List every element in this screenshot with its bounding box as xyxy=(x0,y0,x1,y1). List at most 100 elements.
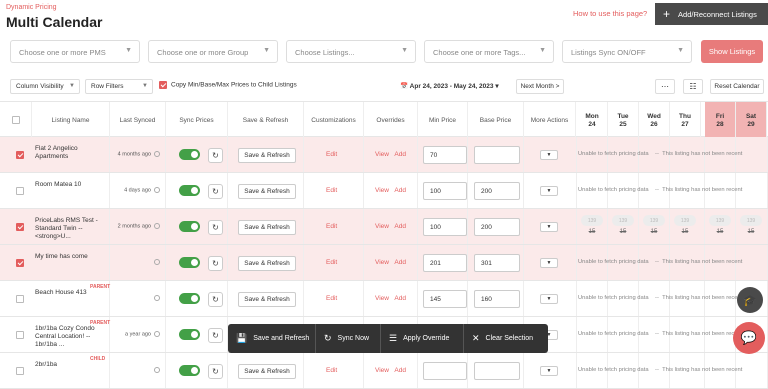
more-actions-dropdown[interactable]: ▼ xyxy=(540,150,558,160)
more-actions-dropdown[interactable]: ▼ xyxy=(540,258,558,268)
customizations-edit-link[interactable]: Edit xyxy=(326,187,337,194)
row-checkbox[interactable] xyxy=(16,151,24,159)
tree-view-icon[interactable]: ☷ xyxy=(683,79,703,94)
date-range[interactable]: 📅 Apr 24, 2023 - May 24, 2023 ▾ xyxy=(400,82,499,90)
save-refresh-button[interactable]: Save & Refresh xyxy=(238,292,296,307)
customizations-edit-link[interactable]: Edit xyxy=(326,295,337,302)
sync-prices-toggle[interactable] xyxy=(179,329,200,340)
listing-name[interactable]: PriceLabs RMS Test - Standard Twin -- <s… xyxy=(35,217,105,241)
overrides-view-link[interactable]: View xyxy=(375,259,389,266)
listing-name[interactable]: My time has come xyxy=(35,253,105,261)
sync-prices-toggle[interactable] xyxy=(179,365,200,376)
refresh-icon[interactable]: ↻ xyxy=(208,220,223,235)
base-price-input[interactable]: 301 xyxy=(474,254,520,272)
base-price-input[interactable]: 200 xyxy=(474,182,520,200)
price-pill[interactable]: 139 xyxy=(740,215,762,226)
customizations-edit-link[interactable]: Edit xyxy=(326,367,337,374)
row-checkbox[interactable] xyxy=(16,367,24,375)
chat-icon[interactable]: 💬 xyxy=(733,322,765,354)
save-refresh-button[interactable]: Save & Refresh xyxy=(238,256,296,271)
sync-prices-toggle[interactable] xyxy=(179,221,200,232)
customizations-edit-link[interactable]: Edit xyxy=(326,151,337,158)
row-checkbox[interactable] xyxy=(16,295,24,303)
price-pill[interactable]: 139 xyxy=(643,215,665,226)
tags-select[interactable]: Choose one or more Tags... ▼ xyxy=(424,40,554,63)
price-pill[interactable]: 139 xyxy=(612,215,634,226)
header-last-synced[interactable]: Last Synced xyxy=(110,102,166,138)
save-refresh-button[interactable]: Save & Refresh xyxy=(238,364,296,379)
row-checkbox[interactable] xyxy=(16,259,24,267)
price-pill[interactable]: 139 xyxy=(581,215,603,226)
customizations-edit-link[interactable]: Edit xyxy=(326,223,337,230)
header-min-price[interactable]: Min Price xyxy=(418,102,468,138)
refresh-icon[interactable]: ↻ xyxy=(208,148,223,163)
listing-name[interactable]: 2br/1ba xyxy=(35,361,105,369)
row-checkbox[interactable] xyxy=(16,187,24,195)
sync-prices-toggle[interactable] xyxy=(179,293,200,304)
overrides-add-link[interactable]: Add xyxy=(394,151,406,158)
copy-prices-option[interactable]: Copy Min/Base/Max Prices to Child Listin… xyxy=(159,81,297,89)
sync-prices-toggle[interactable] xyxy=(179,257,200,268)
sync-prices-toggle[interactable] xyxy=(179,185,200,196)
min-price-input[interactable]: 100 xyxy=(423,182,467,200)
customizations-edit-link[interactable]: Edit xyxy=(326,259,337,266)
sync-select[interactable]: Listings Sync ON/OFF ▼ xyxy=(562,40,692,63)
price-pill[interactable]: 139 xyxy=(709,215,731,226)
min-price-input[interactable]: 145 xyxy=(423,290,467,308)
refresh-icon[interactable]: ↻ xyxy=(208,292,223,307)
column-visibility-select[interactable]: Column Visibility ▼ xyxy=(10,79,80,94)
refresh-icon[interactable]: ↻ xyxy=(208,184,223,199)
overrides-add-link[interactable]: Add xyxy=(394,223,406,230)
save-refresh-button[interactable]: Save & Refresh xyxy=(238,148,296,163)
overrides-view-link[interactable]: View xyxy=(375,187,389,194)
min-price-input[interactable]: 100 xyxy=(423,218,467,236)
overrides-view-link[interactable]: View xyxy=(375,151,389,158)
header-sync-prices[interactable]: Sync Prices xyxy=(166,102,228,138)
more-actions-dropdown[interactable]: ▼ xyxy=(540,294,558,304)
graduation-cap-icon[interactable]: 🎓 xyxy=(737,287,763,313)
min-price-input[interactable] xyxy=(423,362,467,380)
row-checkbox[interactable] xyxy=(16,223,24,231)
more-options-icon[interactable]: ⋯ xyxy=(655,79,675,94)
refresh-icon[interactable]: ↻ xyxy=(208,256,223,271)
copy-prices-checkbox[interactable] xyxy=(159,81,167,89)
more-actions-dropdown[interactable]: ▼ xyxy=(540,366,558,376)
next-month-button[interactable]: Next Month > xyxy=(516,79,564,94)
save-refresh-button[interactable]: Save & Refresh xyxy=(238,220,296,235)
select-all-checkbox[interactable] xyxy=(11,116,20,124)
overrides-add-link[interactable]: Add xyxy=(394,259,406,266)
bulk-apply-override-button[interactable]: ☰ Apply Override xyxy=(381,324,464,353)
row-filters-select[interactable]: Row Filters ▼ xyxy=(85,79,153,94)
row-checkbox[interactable] xyxy=(16,331,24,339)
listing-name[interactable]: Room Matea 10 xyxy=(35,181,105,189)
add-reconnect-listings-button[interactable]: + Add/Reconnect Listings xyxy=(655,3,768,25)
header-base-price[interactable]: Base Price xyxy=(468,102,524,138)
bulk-sync-now-button[interactable]: ↻ Sync Now xyxy=(316,324,381,353)
reset-calendar-button[interactable]: Reset Calendar xyxy=(710,79,764,94)
overrides-view-link[interactable]: View xyxy=(375,367,389,374)
min-price-input[interactable]: 70 xyxy=(423,146,467,164)
overrides-add-link[interactable]: Add xyxy=(394,187,406,194)
base-price-input[interactable]: 160 xyxy=(474,290,520,308)
overrides-add-link[interactable]: Add xyxy=(394,295,406,302)
refresh-icon[interactable]: ↻ xyxy=(208,328,223,343)
base-price-input[interactable] xyxy=(474,362,520,380)
price-pill[interactable]: 139 xyxy=(674,215,696,226)
base-price-input[interactable] xyxy=(474,146,520,164)
listings-select[interactable]: Choose Listings... ▼ xyxy=(286,40,416,63)
more-actions-dropdown[interactable]: ▼ xyxy=(540,222,558,232)
min-price-input[interactable]: 201 xyxy=(423,254,467,272)
overrides-add-link[interactable]: Add xyxy=(394,367,406,374)
bulk-save-refresh-button[interactable]: 💾 Save and Refresh xyxy=(228,324,316,353)
bulk-clear-selection-button[interactable]: ✕ Clear Selection xyxy=(464,324,548,353)
refresh-icon[interactable]: ↻ xyxy=(208,364,223,379)
overrides-view-link[interactable]: View xyxy=(375,223,389,230)
listing-name[interactable]: 1br/1ba Cozy Condo Central Location! -- … xyxy=(35,325,105,349)
pms-select[interactable]: Choose one or more PMS ▼ xyxy=(10,40,140,63)
overrides-view-link[interactable]: View xyxy=(375,295,389,302)
more-actions-dropdown[interactable]: ▼ xyxy=(540,186,558,196)
base-price-input[interactable]: 200 xyxy=(474,218,520,236)
save-refresh-button[interactable]: Save & Refresh xyxy=(238,184,296,199)
how-to-link[interactable]: How to use this page? xyxy=(573,9,647,18)
header-listing-name[interactable]: Listing Name xyxy=(32,102,110,138)
